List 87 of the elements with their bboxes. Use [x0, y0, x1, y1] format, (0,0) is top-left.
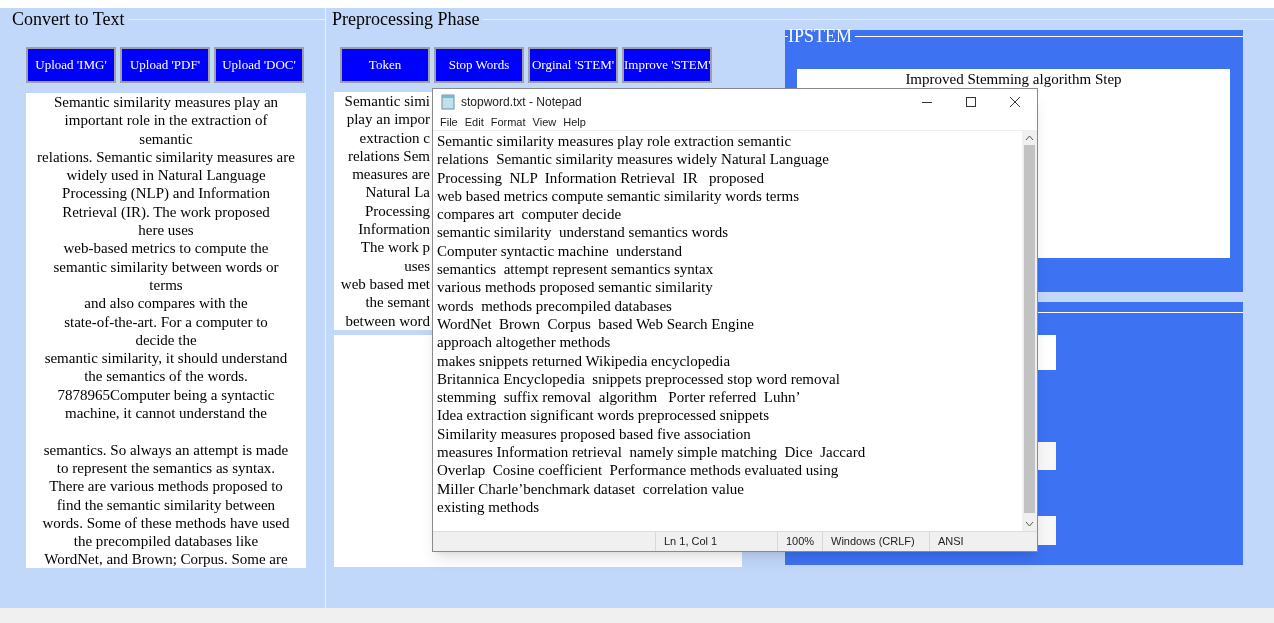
menu-item[interactable]: View [529, 114, 560, 131]
action-button[interactable]: Upload 'PDF' [120, 47, 210, 83]
text-line: state-of-the-art. For a computer to [64, 312, 268, 331]
text-line: measures are [352, 165, 430, 184]
status-text: 100% [777, 532, 822, 551]
action-button[interactable]: Improve 'STEM' [622, 47, 712, 83]
text-line: 7878965Computer being a syntactic [57, 385, 275, 405]
text-line: existing methods [437, 497, 541, 517]
text-line: to represent the semantics as syntax. [56, 458, 276, 478]
minimize-icon [922, 101, 932, 103]
text-line: Processing NLP Information Retrieval IR proposed [437, 168, 765, 187]
text-line: play an impor [346, 110, 430, 129]
text-line: Idea extraction significant words preprocessed snippets [437, 406, 770, 425]
scrollbar[interactable] [1022, 131, 1037, 531]
text-line: find the semantic similarity between [56, 495, 276, 514]
text-line: various methods proposed semantic similarity [437, 278, 714, 297]
text-line: compares art computer decide [437, 205, 623, 224]
text-line: There are various methods proposed to [49, 477, 283, 496]
text-line: Semantic simi [344, 92, 430, 111]
text-line: Semantic similarity measures play role extraction semantic [437, 132, 793, 151]
action-button[interactable]: Upload 'IMG' [26, 47, 116, 83]
status-text: ANSI [929, 532, 1019, 551]
text-line: semantic similarity understand semantics words [437, 223, 730, 242]
action-button[interactable]: Orginal 'STEM' [528, 47, 618, 83]
text-line: the precompiled databases like [73, 532, 259, 551]
action-button[interactable]: Token [340, 47, 430, 83]
text-line: relations Sem [347, 146, 430, 166]
text-line: relations. Semantic similarity measures are [37, 147, 295, 167]
text-line: web based metrics compute semantic similarity words terms [437, 186, 800, 206]
action-button[interactable]: Stop Words [434, 47, 524, 83]
text-line: relations Semantic similarity measures widely Natural Language [437, 150, 830, 169]
text-line: extraction c [359, 128, 430, 147]
panel-title: Convert to Text [12, 7, 125, 31]
text-line: Information [358, 220, 430, 239]
text-line: machine, it cannot understand the [65, 404, 267, 423]
menu-item[interactable]: Help [560, 114, 589, 131]
text-area[interactable] [26, 93, 306, 568]
text-line: Natural La [365, 183, 430, 202]
text-line: Processing (NLP) and Information [62, 184, 270, 203]
text-line: semantic similarity between words or [53, 257, 279, 276]
text-line: web based met [340, 274, 430, 294]
text-line: Computer syntactic machine understand [437, 241, 683, 261]
text-line: measures Information retrieval namely simple matching Dice Jaccard [437, 443, 867, 462]
text-line: terms [149, 275, 183, 295]
panel-title: Preprocessing Phase [332, 7, 480, 31]
text-line: here uses [138, 221, 194, 240]
text-line: Retrieval (IR). The work proposed [62, 202, 270, 222]
text-line: words. Some of these methods have used [42, 513, 290, 533]
text-line: The work p [360, 238, 430, 257]
text-line: semantic similarity, it should understand [44, 349, 288, 368]
status-text: Ln 1, Col 1 [655, 532, 777, 551]
menu-item[interactable]: Format [487, 114, 529, 131]
text-line: the semant [365, 293, 430, 312]
output-title: Improved Stemming algorithm Step [905, 70, 1122, 88]
text-line: decide the [135, 330, 197, 350]
menu-item[interactable]: Edit [461, 114, 487, 131]
text-line: words methods precompiled databases [437, 296, 673, 315]
maximize-icon [966, 97, 976, 107]
text-line: widely used in Natural Language [66, 166, 266, 185]
text-line: semantic [139, 129, 193, 148]
text-line: stemming suffix removal algorithm Porter referred Luhn’ [437, 388, 802, 407]
text-line: WordNet Brown Corpus based Web Search Engine [437, 314, 755, 334]
text-line: Britannica Encyclopedia snippets preprocessed stop word removal [437, 369, 841, 389]
text-line: semantics attempt represent semantics syntax [437, 260, 715, 279]
status-text: Windows (CRLF) [822, 532, 929, 551]
text-line: Processing [365, 201, 430, 221]
text-line: between word [345, 311, 430, 330]
text-line: uses [404, 256, 430, 275]
text-line: and also compares with the [84, 294, 248, 313]
text-line: Similarity measures proposed based five association [437, 424, 752, 444]
text-line: web-based metrics to compute the [63, 239, 269, 258]
text-line: Miller Charle’benchmark dataset correlation value [437, 479, 745, 498]
text-line: important role in the extraction of [64, 111, 268, 130]
close-icon [1010, 97, 1020, 107]
menu-item[interactable]: File [437, 114, 461, 131]
text-line: semantics. So always an attempt is made [43, 440, 289, 459]
text-line: Semantic similarity measures play an [53, 93, 279, 112]
text-line: the semantics of the words. [84, 367, 248, 386]
notepad-icon [441, 94, 455, 110]
panel-title: IPSTEM [788, 27, 852, 45]
scrollbar-thumb[interactable] [1024, 145, 1035, 513]
window-title: stopword.txt - Notepad [461, 94, 582, 111]
text-line: Overlap Cosine coefficient Performance methods evaluated using [437, 461, 840, 480]
action-button[interactable]: Upload 'DOC' [214, 47, 304, 83]
text-line: WordNet, and Brown; Corpus. Some are [44, 550, 288, 568]
text-line: makes snippets returned Wikipedia encyclopedia [437, 351, 732, 370]
text-line: approach altogether methods [437, 333, 612, 352]
